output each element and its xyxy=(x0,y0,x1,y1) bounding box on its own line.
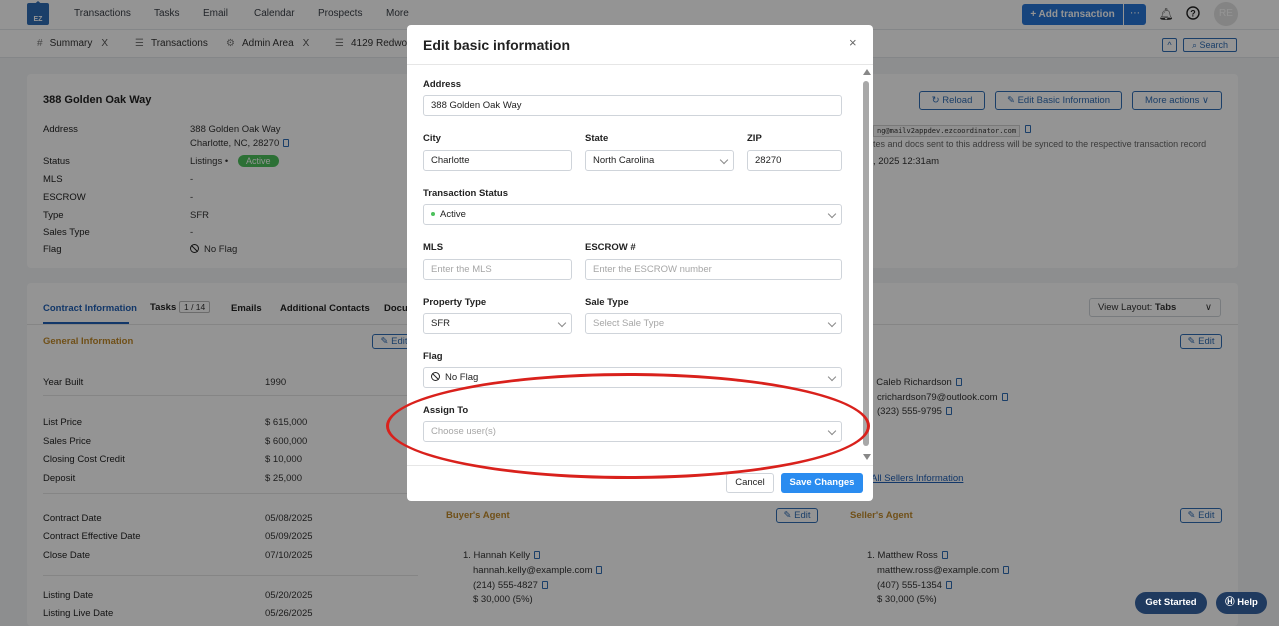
no-flag-icon xyxy=(431,372,440,381)
property-type-label: Property Type xyxy=(423,297,487,308)
scroll-down-arrow-icon[interactable] xyxy=(863,454,871,460)
chevron-down-icon xyxy=(827,209,837,219)
help-circle-icon: Ⓗ xyxy=(1225,597,1238,608)
modal-header-divider xyxy=(407,64,873,65)
transaction-status-select[interactable]: Active xyxy=(423,204,842,225)
transaction-status-label: Transaction Status xyxy=(423,188,508,199)
cancel-button[interactable]: Cancel xyxy=(726,473,774,493)
flag-value: No Flag xyxy=(445,372,479,383)
scroll-up-arrow-icon[interactable] xyxy=(863,69,871,75)
highlight-annotation-ellipse xyxy=(386,373,870,479)
save-changes-button[interactable]: Save Changes xyxy=(781,473,863,493)
close-icon[interactable]: × xyxy=(849,35,857,50)
state-select[interactable]: North Carolina xyxy=(585,150,734,171)
modal-scrollbar[interactable] xyxy=(862,67,871,460)
city-label: City xyxy=(423,133,441,144)
get-started-button[interactable]: Get Started xyxy=(1135,592,1207,614)
address-input[interactable]: 388 Golden Oak Way xyxy=(423,95,842,116)
modal-title: Edit basic information xyxy=(423,37,571,53)
sale-type-select[interactable]: Select Sale Type xyxy=(585,313,842,334)
state-value: North Carolina xyxy=(593,155,655,166)
zip-input[interactable]: 28270 xyxy=(747,150,842,171)
zip-label: ZIP xyxy=(747,133,762,144)
sale-type-placeholder: Select Sale Type xyxy=(593,318,665,329)
mls-label: MLS xyxy=(423,242,444,253)
city-input[interactable]: Charlotte xyxy=(423,150,572,171)
status-value: Active xyxy=(440,209,466,220)
property-type-value: SFR xyxy=(431,318,450,329)
property-type-select[interactable]: SFR xyxy=(423,313,572,334)
help-label: Help xyxy=(1237,597,1258,608)
flag-label: Flag xyxy=(423,351,443,362)
chevron-down-icon xyxy=(557,318,567,328)
help-button[interactable]: Ⓗ Help xyxy=(1216,592,1267,614)
scrollbar-thumb[interactable] xyxy=(863,81,869,446)
chevron-down-icon xyxy=(827,318,837,328)
sale-type-label: Sale Type xyxy=(585,297,629,308)
escrow-input[interactable]: Enter the ESCROW number xyxy=(585,259,842,280)
chevron-down-icon xyxy=(827,372,837,382)
state-label: State xyxy=(585,133,609,144)
address-label: Address xyxy=(423,79,462,90)
status-dot-icon xyxy=(431,212,435,216)
mls-input[interactable]: Enter the MLS xyxy=(423,259,572,280)
escrow-label: ESCROW # xyxy=(585,242,636,253)
chevron-down-icon xyxy=(719,155,729,165)
